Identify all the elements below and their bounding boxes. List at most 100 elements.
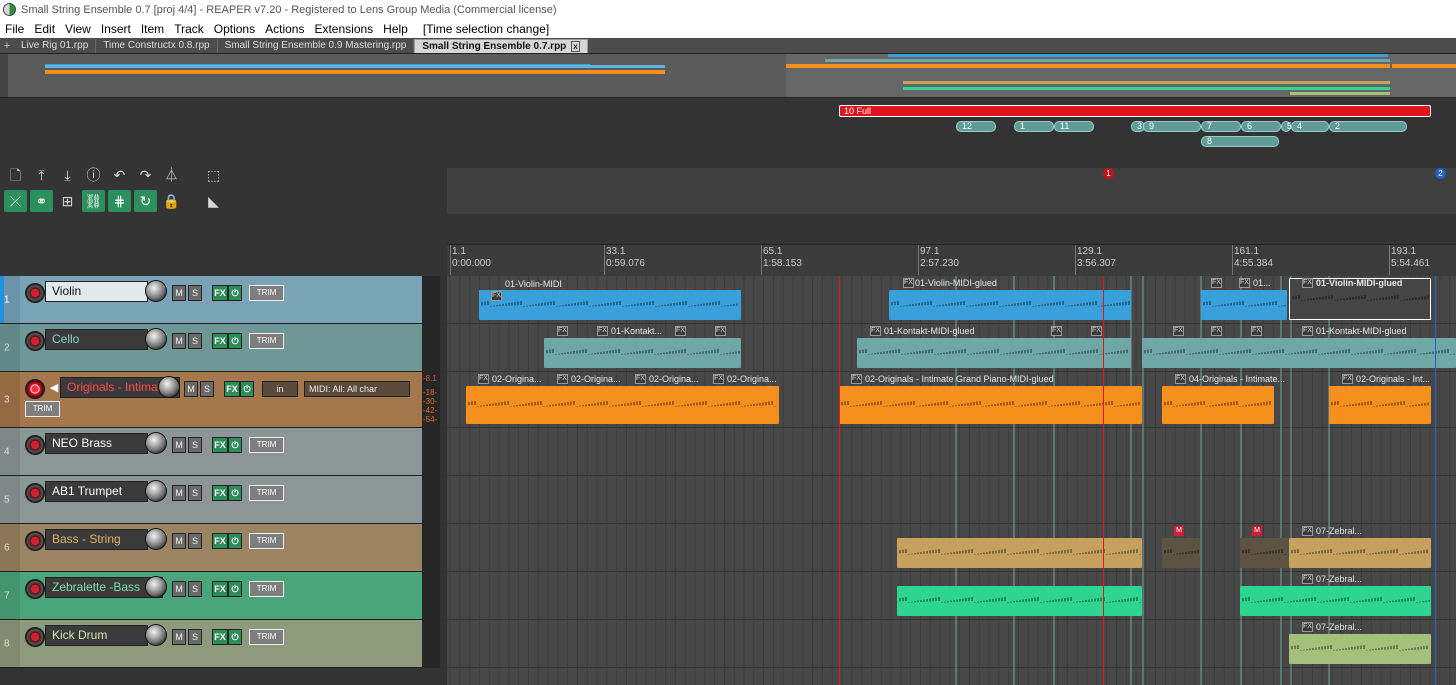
overview-scroll-handle[interactable]: [0, 54, 8, 97]
fx-button[interactable]: FX: [212, 437, 228, 453]
menu-options[interactable]: Options: [209, 22, 260, 36]
envelope-icon[interactable]: ◣: [202, 190, 225, 212]
link-icon[interactable]: ⚭: [30, 190, 53, 212]
solo-button[interactable]: S: [188, 437, 202, 453]
mute-button[interactable]: M: [172, 333, 186, 349]
track-ab1-trumpet[interactable]: 5 AB1 Trumpet M S FX ⏻ TRIM: [0, 476, 422, 524]
mute-button[interactable]: M: [172, 437, 186, 453]
item-fx-tag[interactable]: FX: [635, 374, 646, 384]
item-fx-tag[interactable]: FX: [1211, 278, 1222, 288]
fx-button[interactable]: FX: [212, 533, 228, 549]
input-select[interactable]: in: [262, 381, 298, 397]
monitor-speaker-icon[interactable]: ◀: [48, 381, 60, 397]
marker-flag[interactable]: 2: [1329, 121, 1407, 132]
fx-bypass-icon[interactable]: ⏻: [228, 629, 242, 645]
item-mute-tag[interactable]: M: [1252, 526, 1262, 536]
marker-flag[interactable]: 4: [1291, 121, 1329, 132]
item-fx-tag[interactable]: FX: [851, 374, 862, 384]
fx-bypass-icon[interactable]: ⏻: [240, 381, 254, 397]
record-arm-button[interactable]: [25, 483, 45, 503]
track-name[interactable]: Bass - String: [45, 529, 148, 550]
midi-input-select[interactable]: MIDI: All: All char: [304, 381, 410, 397]
volume-knob[interactable]: [145, 576, 167, 598]
volume-knob[interactable]: [145, 280, 167, 302]
track-neo-brass[interactable]: 4 NEO Brass M S FX ⏻ TRIM: [0, 428, 422, 476]
ripple-icon[interactable]: ⤫: [4, 190, 27, 212]
marker-flag[interactable]: 5: [1281, 121, 1292, 132]
media-item-violin[interactable]: FX 01-Violin-MIDI: [479, 290, 741, 320]
track-name[interactable]: Kick Drum: [45, 625, 148, 646]
new-file-icon[interactable]: 🗋: [4, 164, 27, 186]
menu-edit[interactable]: Edit: [29, 22, 60, 36]
item-fx-tag[interactable]: FX: [478, 374, 489, 384]
item-fx-tag[interactable]: FX: [1211, 326, 1222, 336]
track-name[interactable]: Cello: [45, 329, 148, 350]
track-name[interactable]: Violin: [45, 281, 148, 302]
volume-knob[interactable]: [145, 624, 167, 646]
mute-button[interactable]: M: [172, 581, 186, 597]
media-item-bass-muted[interactable]: [1162, 538, 1200, 568]
item-fx-tag[interactable]: FX: [1302, 326, 1313, 336]
project-marker[interactable]: 1: [1103, 168, 1114, 179]
volume-knob[interactable]: [145, 432, 167, 454]
marker-flag[interactable]: 6: [1241, 121, 1281, 132]
marker-flag[interactable]: 9: [1143, 121, 1201, 132]
arrange-view[interactable]: FX 01-Violin-MIDI 01-Violin-MIDI FX 01-V…: [447, 276, 1456, 685]
record-arm-button[interactable]: [25, 283, 45, 303]
record-arm-button[interactable]: [25, 627, 45, 647]
menu-extensions[interactable]: Extensions: [309, 22, 378, 36]
volume-knob[interactable]: [145, 328, 167, 350]
trim-button[interactable]: TRIM: [25, 401, 60, 417]
metronome-icon[interactable]: ⏃: [160, 164, 183, 186]
menu-help[interactable]: Help: [378, 22, 413, 36]
solo-button[interactable]: S: [188, 333, 202, 349]
timeline-ruler[interactable]: 1.1 0:00.000 33.1 0:59.076 65.1 1:58.153…: [447, 244, 1456, 276]
fx-bypass-icon[interactable]: ⏻: [228, 333, 242, 349]
track-name[interactable]: NEO Brass: [45, 433, 148, 454]
solo-button[interactable]: S: [188, 533, 202, 549]
close-icon[interactable]: x: [571, 41, 580, 52]
trim-button[interactable]: TRIM: [249, 485, 284, 501]
media-item-cello[interactable]: [544, 338, 741, 368]
undo-icon[interactable]: ↶: [108, 164, 131, 186]
project-marker[interactable]: 2: [1435, 168, 1446, 179]
solo-button[interactable]: S: [188, 285, 202, 301]
redo-icon[interactable]: ↷: [134, 164, 157, 186]
marker-flag[interactable]: 7: [1201, 121, 1241, 132]
region-lane[interactable]: 10 Full: [447, 98, 1456, 118]
fx-bypass-icon[interactable]: ⏻: [228, 437, 242, 453]
item-fx-tag[interactable]: FX: [1302, 574, 1313, 584]
track-bass-string[interactable]: 6 Bass - String M S FX ⏻ TRIM: [0, 524, 422, 572]
item-fx-tag[interactable]: FX: [870, 326, 881, 336]
upload-icon[interactable]: ⤒: [30, 164, 53, 186]
item-fx-tag[interactable]: FX: [1302, 526, 1313, 536]
trim-button[interactable]: TRIM: [249, 285, 284, 301]
marker-lane[interactable]: 12 1 11 3 9 7 6 5 4 2 8: [447, 118, 1456, 168]
snap-grid-icon[interactable]: ⋕: [108, 190, 131, 212]
marker-flag[interactable]: 1: [1014, 121, 1054, 132]
menu-file[interactable]: File: [0, 22, 29, 36]
new-tab-button[interactable]: +: [0, 39, 14, 53]
group-link-icon[interactable]: ⛓: [82, 190, 105, 212]
volume-knob[interactable]: [145, 480, 167, 502]
media-item-cello-glued[interactable]: [1142, 338, 1456, 368]
trim-button[interactable]: TRIM: [249, 533, 284, 549]
fx-button[interactable]: FX: [212, 629, 228, 645]
item-mute-tag[interactable]: M: [1174, 526, 1184, 536]
fx-button[interactable]: FX: [212, 581, 228, 597]
mute-button[interactable]: M: [184, 381, 198, 397]
mute-button[interactable]: M: [172, 485, 186, 501]
item-fx-tag[interactable]: FX: [713, 374, 724, 384]
info-icon[interactable]: ⓘ: [82, 164, 105, 186]
media-item-violin-small[interactable]: [1201, 290, 1287, 320]
grid-icon[interactable]: ⬚: [202, 164, 225, 186]
track-violin[interactable]: 1 Violin M S FX ⏻ TRIM: [0, 276, 422, 324]
solo-button[interactable]: S: [188, 485, 202, 501]
project-tab[interactable]: Time Constructx 0.8.rpp: [96, 39, 218, 53]
media-item-bass[interactable]: [897, 538, 1142, 568]
media-item-originals[interactable]: [1162, 386, 1274, 424]
solo-button[interactable]: S: [188, 629, 202, 645]
track-originals[interactable]: 3 ◀ Originals - Intima M S FX ⏻ in MIDI:…: [0, 372, 422, 428]
menu-view[interactable]: View: [60, 22, 96, 36]
track-zebralette-bass[interactable]: 7 Zebralette -Bass M S FX ⏻ TRIM: [0, 572, 422, 620]
